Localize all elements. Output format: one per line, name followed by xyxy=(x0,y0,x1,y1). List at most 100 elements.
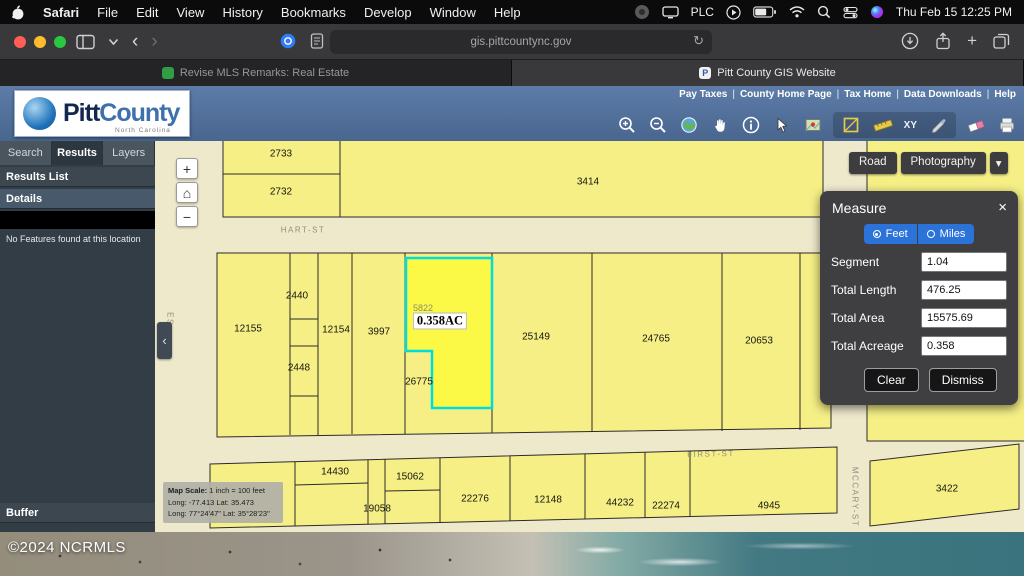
wifi-icon[interactable] xyxy=(789,6,805,18)
xy-coordinates-icon[interactable]: XY xyxy=(904,120,917,131)
locate-map-icon[interactable] xyxy=(802,114,824,136)
tab-layers[interactable]: Layers xyxy=(103,141,155,165)
link-divider: | xyxy=(837,89,840,100)
zoom-in-icon[interactable] xyxy=(616,114,638,136)
measure-row-label: Total Length xyxy=(831,283,921,297)
buffer-header[interactable]: Buffer xyxy=(0,503,155,523)
selected-result-row[interactable] xyxy=(0,211,155,229)
control-center-icon[interactable] xyxy=(843,6,858,19)
address-bar[interactable]: gis.pittcountync.gov ↻ xyxy=(330,30,712,54)
results-list-header[interactable]: Results List xyxy=(0,167,155,187)
ncrmls-watermark: ©2024 NCRMLS xyxy=(8,539,126,556)
refresh-icon[interactable]: ↻ xyxy=(693,33,704,49)
measure-length-icon[interactable] xyxy=(872,114,894,136)
zoom-out-icon[interactable] xyxy=(647,114,669,136)
tab-search[interactable]: Search xyxy=(0,141,52,165)
apple-menu-icon[interactable] xyxy=(12,5,25,20)
logo-part2: County xyxy=(99,99,179,127)
status-shortcut-icon[interactable] xyxy=(634,4,650,20)
link-pay-taxes[interactable]: Pay Taxes xyxy=(679,89,727,100)
measure-area-icon[interactable] xyxy=(840,114,862,136)
extension-icon[interactable] xyxy=(280,33,296,49)
tab-bar: Revise MLS Remarks: Real Estate P Pitt C… xyxy=(0,60,1024,86)
status-display-icon[interactable] xyxy=(662,6,679,19)
siri-icon[interactable] xyxy=(870,5,884,19)
close-icon[interactable]: × xyxy=(998,199,1007,216)
parcel-label-44232: 44232 xyxy=(606,498,634,509)
total-length-value-field[interactable]: 476.25 xyxy=(921,280,1007,300)
menu-file[interactable]: File xyxy=(97,5,118,20)
battery-icon[interactable] xyxy=(753,6,777,18)
sidebar-collapse-button[interactable]: ‹ xyxy=(157,322,172,359)
status-plc-label[interactable]: PLC xyxy=(691,5,714,19)
link-data-downloads[interactable]: Data Downloads xyxy=(904,89,982,100)
map-canvas[interactable]: 5822 0.358AC 273327323414244012155121543… xyxy=(155,141,1024,532)
unit-miles-button[interactable]: Miles xyxy=(918,224,975,244)
browser-toolbar: ‹ › gis.pittcountync.gov ↻ + xyxy=(0,24,1024,60)
parcel-label-22276: 22276 xyxy=(461,494,489,505)
new-tab-button[interactable]: + xyxy=(967,32,977,50)
clear-button[interactable]: Clear xyxy=(864,368,919,392)
total-acreage-value-field[interactable]: 0.358 xyxy=(921,336,1007,356)
minimize-window-button[interactable] xyxy=(34,36,46,48)
parcel-label-3422: 3422 xyxy=(936,484,958,495)
sidebar-toggle-icon[interactable] xyxy=(76,34,95,50)
menu-view[interactable]: View xyxy=(177,5,205,20)
zoom-window-button[interactable] xyxy=(54,36,66,48)
downloads-icon[interactable] xyxy=(901,32,919,50)
menu-edit[interactable]: Edit xyxy=(136,5,158,20)
pan-hand-icon[interactable] xyxy=(709,114,731,136)
close-window-button[interactable] xyxy=(14,36,26,48)
spotlight-icon[interactable] xyxy=(817,5,831,19)
menu-help[interactable]: Help xyxy=(494,5,521,20)
measure-row-total-length: Total Length 476.25 xyxy=(831,280,1007,300)
dismiss-button[interactable]: Dismiss xyxy=(929,368,997,392)
link-help[interactable]: Help xyxy=(994,89,1016,100)
menu-bookmarks[interactable]: Bookmarks xyxy=(281,5,346,20)
scale-label: Map Scale: xyxy=(168,486,207,495)
basemap-caret-button[interactable]: ▾ xyxy=(990,152,1008,174)
forward-button[interactable]: › xyxy=(151,32,157,52)
identify-info-icon[interactable] xyxy=(740,114,762,136)
scale-value: 1 inch = 100 feet xyxy=(209,486,265,495)
gis-webpage: PittCounty North Carolina Pay Taxes | Cou… xyxy=(0,86,1024,532)
tab-mls-remarks[interactable]: Revise MLS Remarks: Real Estate xyxy=(0,60,512,86)
menu-develop[interactable]: Develop xyxy=(364,5,412,20)
basemap-switcher: Road Photography ▾ xyxy=(849,152,1008,174)
measure-row-segment: Segment 1.04 xyxy=(831,252,1007,272)
pitt-county-logo[interactable]: PittCounty North Carolina xyxy=(14,90,190,137)
logo-part1: Pitt xyxy=(63,99,99,127)
tab-results[interactable]: Results xyxy=(52,141,104,165)
basemap-photography-button[interactable]: Photography xyxy=(901,152,986,174)
map-zoom-in-button[interactable]: + xyxy=(176,158,198,179)
globe-extent-icon[interactable] xyxy=(678,114,700,136)
measure-title: Measure xyxy=(820,191,1018,221)
back-button[interactable]: ‹ xyxy=(132,32,138,52)
total-area-value-field[interactable]: 15575.69 xyxy=(921,308,1007,328)
parcel-label-14430: 14430 xyxy=(321,467,349,478)
basemap-road-button[interactable]: Road xyxy=(849,152,897,174)
menubar-clock[interactable]: Thu Feb 15 12:25 PM xyxy=(896,5,1012,19)
details-header[interactable]: Details xyxy=(0,189,155,209)
status-play-icon[interactable] xyxy=(726,5,741,20)
segment-value-field[interactable]: 1.04 xyxy=(921,252,1007,272)
share-icon[interactable] xyxy=(935,32,951,50)
unit-feet-button[interactable]: Feet xyxy=(864,224,917,244)
menu-history[interactable]: History xyxy=(222,5,262,20)
reader-page-icon[interactable] xyxy=(310,33,324,49)
print-icon[interactable] xyxy=(996,114,1018,136)
menu-window[interactable]: Window xyxy=(430,5,476,20)
pointer-cursor-icon[interactable] xyxy=(771,114,793,136)
menubar-app-name[interactable]: Safari xyxy=(43,5,79,20)
draw-pencil-icon[interactable] xyxy=(927,114,949,136)
tab-overview-icon[interactable] xyxy=(993,33,1010,49)
link-county-home[interactable]: County Home Page xyxy=(740,89,832,100)
map-home-button[interactable]: ⌂ xyxy=(176,182,198,203)
link-tax-home[interactable]: Tax Home xyxy=(844,89,891,100)
map-zoom-out-button[interactable]: − xyxy=(176,206,198,227)
eraser-icon[interactable] xyxy=(965,114,987,136)
parcel-label-19058: 19058 xyxy=(363,504,391,515)
tab-pitt-county-gis[interactable]: P Pitt County GIS Website xyxy=(512,60,1024,86)
measure-row-label: Total Acreage xyxy=(831,339,921,353)
tab-group-chevron-icon[interactable] xyxy=(108,38,119,46)
